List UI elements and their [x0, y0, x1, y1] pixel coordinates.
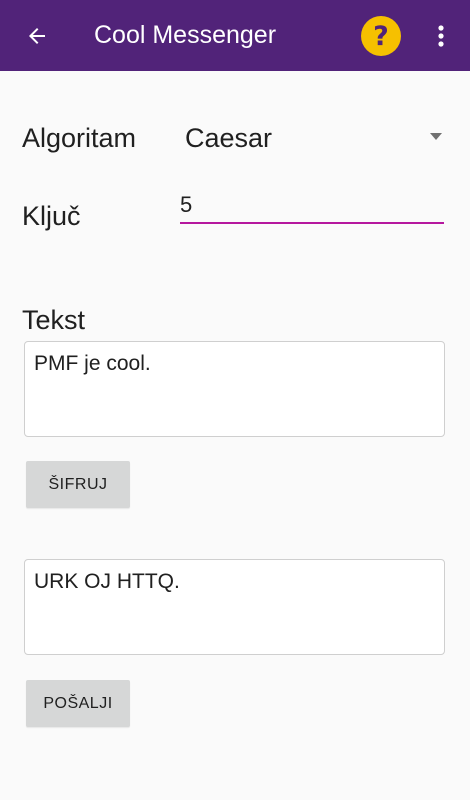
help-icon: ? — [373, 21, 389, 52]
help-button[interactable]: ? — [361, 16, 401, 56]
text-label: Tekst — [22, 305, 86, 335]
algorithm-selected-value: Caesar — [185, 123, 273, 153]
ciphertext-output[interactable]: URK OJ HTTQ. — [24, 559, 445, 655]
arrow-back-icon — [29, 28, 45, 44]
plaintext-input[interactable]: PMF je cool. — [24, 341, 445, 437]
app-bar: Cool Messenger ? — [0, 0, 470, 71]
app-title: Cool Messenger — [94, 21, 277, 49]
algorithm-dropdown[interactable]: Caesar — [176, 112, 452, 164]
dropdown-arrow-icon — [430, 133, 442, 140]
encrypt-button[interactable]: ŠIFRUJ — [26, 461, 130, 508]
more-vert-icon — [438, 25, 444, 47]
overflow-menu-button[interactable] — [426, 16, 456, 56]
algorithm-label: Algoritam — [22, 123, 137, 153]
send-button[interactable]: POŠALJI — [26, 680, 130, 727]
key-label: Ključ — [22, 201, 81, 231]
back-button[interactable] — [14, 13, 60, 59]
key-input[interactable] — [180, 188, 444, 224]
